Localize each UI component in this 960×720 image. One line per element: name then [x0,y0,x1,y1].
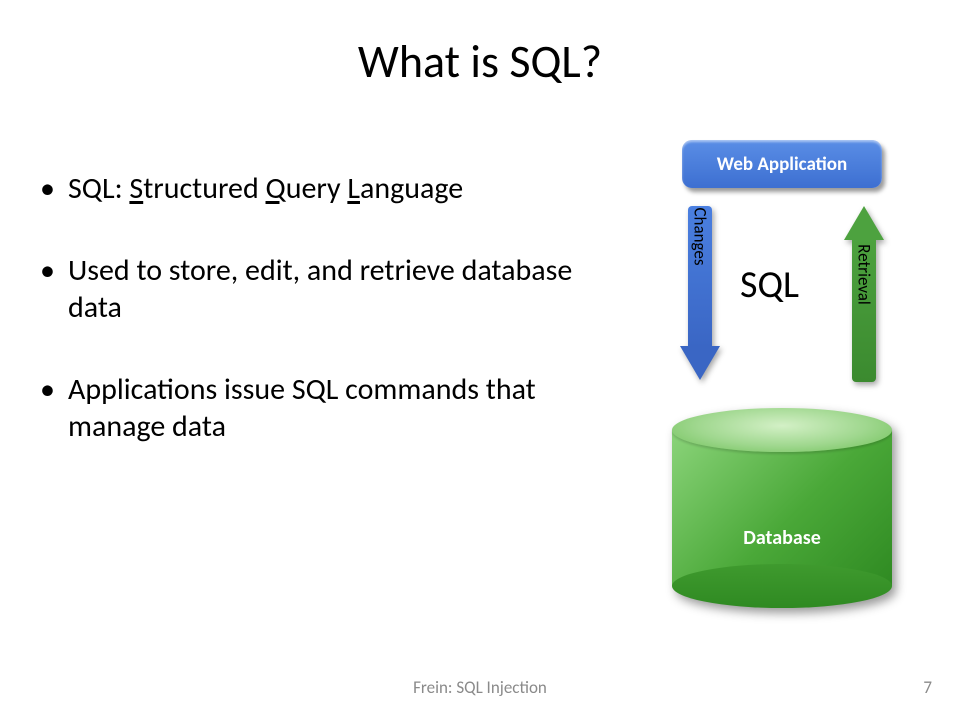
changes-arrow-down-icon: Changes [680,206,720,382]
slide-title: What is SQL? [0,34,960,90]
footer-source: Frein: SQL Injection [0,677,960,698]
web-application-box: Web Application [682,140,882,188]
sql-label: SQL [740,262,799,308]
bullet-item-2: Used to store, edit, and retrieve databa… [40,252,580,327]
database-cylinder-icon: Database [672,408,892,608]
changes-label: Changes [690,207,711,265]
slide: What is SQL? SQL: Structured Query Langu… [0,0,960,720]
bullet-item-1: SQL: Structured Query Language [40,170,580,208]
database-label: Database [672,526,892,550]
bullet-list: SQL: Structured Query Language Used to s… [40,170,580,490]
diagram: Web Application Changes SQL Retrieval Da… [632,140,932,620]
retrieval-label: Retrieval [854,244,875,305]
retrieval-arrow-up-icon: Retrieval [844,206,884,382]
bullet-item-3: Applications issue SQL commands that man… [40,371,580,446]
footer-page-number: 7 [923,677,932,698]
